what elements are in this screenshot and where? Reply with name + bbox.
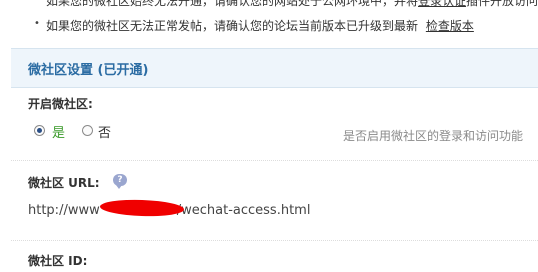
tip-line-1-link[interactable]: 登录认证 bbox=[418, 0, 466, 8]
radio-yes-label[interactable]: 是 bbox=[52, 122, 65, 141]
enable-label: 开启微社区: bbox=[28, 97, 93, 111]
tip-line-2-text: 如果您的微社区无法正常发帖，请确认您的论坛当前版本已升级到最新 bbox=[46, 19, 419, 33]
settings-page: 如果您的微社区始终无法开通，请确认您的网站处于公网环境中，并将登录认证插件开放访… bbox=[0, 0, 538, 272]
enable-hint: 是否启用微社区的登录和访问功能 bbox=[343, 129, 524, 143]
check-version-link[interactable]: 检查版本 bbox=[426, 19, 474, 33]
tip-bullet: • bbox=[34, 18, 40, 29]
radio-no[interactable] bbox=[82, 125, 93, 136]
section-header: 微社区设置 (已开通) bbox=[11, 48, 538, 88]
radio-yes[interactable] bbox=[34, 125, 45, 136]
url-value-suffix: /wechat-access.html bbox=[176, 203, 311, 218]
url-value-prefix: http://www bbox=[28, 203, 100, 218]
info-icon[interactable]: ? bbox=[113, 174, 127, 189]
divider-1 bbox=[11, 160, 538, 161]
section-title: 微社区设置 (已开通) bbox=[28, 63, 149, 78]
tip-line-1-tail: 插件开放访问 bbox=[466, 0, 538, 8]
url-label: 微社区 URL: bbox=[28, 176, 100, 190]
tip-line-2: 如果您的微社区无法正常发帖，请确认您的论坛当前版本已升级到最新 检查版本 bbox=[46, 17, 474, 34]
divider-2 bbox=[11, 240, 538, 241]
tip-line-1: 如果您的微社区始终无法开通，请确认您的网站处于公网环境中，并将登录认证插件开放访… bbox=[46, 0, 538, 9]
id-label: 微社区 ID: bbox=[28, 254, 88, 268]
tip-line-1-text: 如果您的微社区始终无法开通，请确认您的网站处于公网环境中，并将 bbox=[46, 0, 419, 8]
radio-no-label[interactable]: 否 bbox=[98, 122, 111, 141]
